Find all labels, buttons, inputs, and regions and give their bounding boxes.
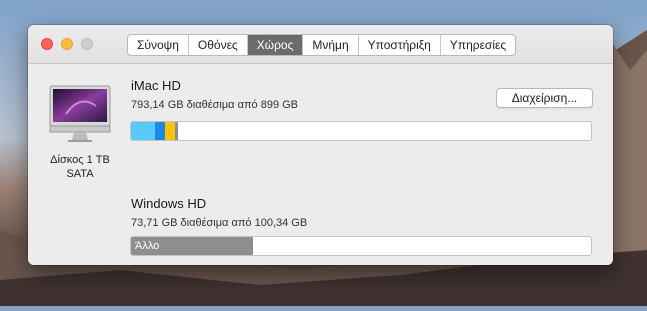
minimize-button[interactable] xyxy=(61,38,73,50)
tab-service[interactable]: Υπηρεσίες xyxy=(441,35,515,55)
storage-segment-apps xyxy=(131,122,156,140)
disk-size-label: Δίσκος 1 TB xyxy=(50,154,110,166)
tab-memory[interactable]: Μνήμη xyxy=(303,35,359,55)
manage-button[interactable]: Διαχείριση... xyxy=(496,88,593,108)
tab-overview[interactable]: Σύνοψη xyxy=(128,35,189,55)
disk-label: Δίσκος 1 TB SATA xyxy=(36,153,124,181)
tab-storage[interactable]: Χώρος xyxy=(247,35,304,55)
volume-name-imac-hd: iMac HD xyxy=(131,78,181,93)
imac-icon xyxy=(48,84,112,144)
close-button[interactable] xyxy=(41,38,53,50)
disk-type-label: SATA xyxy=(66,168,94,180)
tab-support[interactable]: Υποστήριξη xyxy=(359,35,441,55)
volume-name-windows-hd: Windows HD xyxy=(131,196,207,211)
storage-segment-photos xyxy=(165,122,175,140)
volume-info-windows-hd: 73,71 GB διαθέσιμα από 100,34 GB xyxy=(131,217,308,229)
storage-segment-documents xyxy=(155,122,166,140)
zoom-button xyxy=(81,38,93,50)
storage-bar-imac-hd xyxy=(130,121,592,141)
storage-pane: Δίσκος 1 TB SATA iMac HD 793,14 GB διαθέ… xyxy=(28,64,613,265)
tab-displays[interactable]: Οθόνες xyxy=(189,35,248,55)
storage-segment-other: Άλλο xyxy=(131,237,253,255)
tab-bar: Σύνοψη Οθόνες Χώρος Μνήμη Υποστήριξη Υπη… xyxy=(127,34,517,56)
title-bar[interactable]: Σύνοψη Οθόνες Χώρος Μνήμη Υποστήριξη Υπη… xyxy=(28,25,613,64)
volume-info-imac-hd: 793,14 GB διαθέσιμα από 899 GB xyxy=(131,99,299,111)
about-this-mac-window: Σύνοψη Οθόνες Χώρος Μνήμη Υποστήριξη Υπη… xyxy=(28,25,613,265)
storage-bar-windows-hd: Άλλο xyxy=(130,236,592,256)
storage-segment-system xyxy=(174,122,179,140)
